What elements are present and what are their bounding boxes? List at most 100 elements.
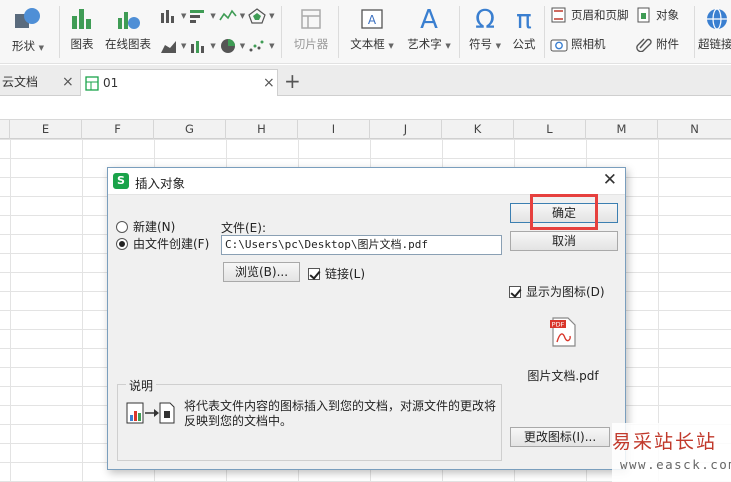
- pdf-file-icon: PDF: [550, 317, 576, 347]
- textbox-button[interactable]: A 文本框 ▼: [346, 6, 398, 52]
- camera-icon: [550, 39, 568, 52]
- wordart-button[interactable]: A 艺术字 ▼: [402, 4, 456, 52]
- shape-button[interactable]: 形状 ▼: [8, 6, 48, 54]
- pie-chart-icon[interactable]: [219, 38, 237, 54]
- slicer-icon: [301, 9, 321, 29]
- chart-button[interactable]: 图表: [66, 6, 98, 52]
- column-header[interactable]: H: [226, 120, 298, 139]
- pi-icon: π: [516, 5, 532, 32]
- globe-link-icon: [707, 8, 727, 30]
- insert-as-icon-illustration: [126, 402, 175, 424]
- scatter-chart-icon[interactable]: [248, 38, 266, 54]
- omega-icon: Ω: [475, 5, 495, 32]
- chart-label: 图表: [70, 37, 94, 51]
- checkbox-checked[interactable]: [308, 267, 320, 280]
- formula-button[interactable]: π 公式: [508, 4, 540, 52]
- svg-text:Ω: Ω: [475, 5, 495, 32]
- shape-label: 形状 ▼: [11, 39, 45, 53]
- svg-text:A: A: [420, 5, 438, 32]
- checkbox-checked[interactable]: [509, 285, 521, 298]
- header-footer-icon: [551, 7, 566, 23]
- column-header[interactable]: J: [370, 120, 442, 139]
- wordart-icon: A: [420, 5, 438, 32]
- line-chart-icon[interactable]: [219, 8, 237, 24]
- spreadsheet-icon: [85, 76, 99, 91]
- svg-text:π: π: [516, 5, 532, 32]
- bar-chart-horizontal-icon[interactable]: [189, 8, 207, 24]
- slicer-button[interactable]: 切片器: [290, 6, 332, 52]
- close-icon[interactable]: ×: [263, 70, 275, 96]
- display-as-icon-checkbox[interactable]: 显示为图标(D): [509, 283, 605, 300]
- close-icon[interactable]: ✕: [603, 170, 617, 190]
- dialog-title: 插入对象: [135, 176, 186, 191]
- link-checkbox[interactable]: 链接(L): [308, 265, 365, 282]
- textbox-label: 文本框 ▼: [350, 37, 394, 51]
- ribbon-toolbar: 形状 ▼ 图表 在线图表 ▼ ▼ ▼ ▼ ▼ ▼ ▼ ▼ 切片器 A 文本框 ▼…: [0, 0, 731, 64]
- browse-button[interactable]: 浏览(B)...: [223, 262, 300, 282]
- grid-line: [82, 139, 83, 482]
- new-tab-plus-icon[interactable]: +: [284, 69, 301, 93]
- column-header[interactable]: G: [154, 120, 226, 139]
- header-footer-button[interactable]: 页眉和页脚: [550, 7, 629, 23]
- app-logo-icon: S: [113, 173, 129, 189]
- bar-chart-icon: [72, 9, 91, 29]
- file-label: 文件(E):: [221, 221, 266, 235]
- wordart-label: 艺术字 ▼: [407, 37, 451, 51]
- svg-text:A: A: [368, 13, 377, 27]
- result-title: 说明: [126, 377, 157, 394]
- file-path-input[interactable]: C:\Users\pc\Desktop\图片文档.pdf: [221, 235, 502, 255]
- radio-circle-selected[interactable]: [116, 237, 128, 250]
- online-chart-icon: [118, 12, 140, 29]
- ribbon-divider: [459, 6, 460, 58]
- column-chart-icon[interactable]: [160, 8, 178, 24]
- pdf-badge: PDF: [552, 321, 565, 329]
- object-button[interactable]: 对象: [635, 7, 679, 23]
- symbol-button[interactable]: Ω 符号 ▼: [464, 4, 506, 52]
- paperclip-icon: [636, 38, 652, 52]
- watermark-title: 易采站长站: [612, 431, 718, 453]
- column-header[interactable]: [0, 120, 10, 139]
- tab-cloud-docs[interactable]: 云文档 ×: [0, 69, 80, 96]
- column-header[interactable]: E: [10, 120, 82, 139]
- cancel-button[interactable]: 取消: [510, 231, 618, 251]
- column-header-row: E F G H I J K L M N: [0, 120, 731, 139]
- column-header[interactable]: M: [586, 120, 658, 139]
- stock-chart-icon[interactable]: [189, 38, 207, 54]
- result-groupbox: 说明 将代表文件内容的图标插入到您的文档，对源文件的更改将反映到您的文档中。: [117, 377, 502, 461]
- icon-caption: 图片文档.pdf: [527, 369, 599, 383]
- hyperlink-label: 超链接: [698, 37, 731, 51]
- radio-from-file[interactable]: 由文件创建(F): [116, 235, 209, 252]
- chart-type-row-2: ▼ ▼ ▼ ▼: [160, 38, 275, 54]
- online-chart-button[interactable]: 在线图表: [102, 6, 154, 52]
- area-chart-icon[interactable]: [160, 38, 178, 54]
- dialog-title-bar[interactable]: S 插入对象 ✕: [108, 168, 625, 195]
- ribbon-divider: [281, 6, 282, 58]
- column-header[interactable]: I: [298, 120, 370, 139]
- column-header[interactable]: L: [514, 120, 586, 139]
- hyperlink-button[interactable]: 超链接: [698, 6, 731, 52]
- formula-bar[interactable]: [0, 96, 731, 120]
- chart-type-row-1: ▼ ▼ ▼ ▼: [160, 8, 275, 24]
- close-icon[interactable]: ×: [62, 69, 74, 95]
- object-icon: [637, 7, 650, 23]
- radar-chart-icon[interactable]: [248, 8, 266, 24]
- textbox-icon: A: [361, 9, 383, 29]
- column-header[interactable]: K: [442, 120, 514, 139]
- camera-button[interactable]: 照相机: [550, 36, 606, 52]
- formula-label: 公式: [512, 37, 536, 51]
- ribbon-divider: [59, 6, 60, 58]
- attachment-button[interactable]: 附件: [635, 36, 679, 52]
- ribbon-divider: [544, 6, 545, 58]
- online-chart-label: 在线图表: [105, 37, 151, 51]
- column-header[interactable]: F: [82, 120, 154, 139]
- shape-icon: [15, 8, 40, 28]
- radio-new[interactable]: 新建(N): [116, 218, 175, 235]
- document-tab-bar: 云文档 × 01 × +: [0, 65, 731, 96]
- grid-line: [10, 139, 11, 482]
- column-header[interactable]: N: [658, 120, 731, 139]
- ribbon-divider: [338, 6, 339, 58]
- change-icon-button[interactable]: 更改图标(I)...: [510, 427, 610, 447]
- radio-circle[interactable]: [116, 220, 128, 233]
- slicer-label: 切片器: [293, 37, 329, 51]
- tab-01[interactable]: 01 ×: [80, 69, 278, 96]
